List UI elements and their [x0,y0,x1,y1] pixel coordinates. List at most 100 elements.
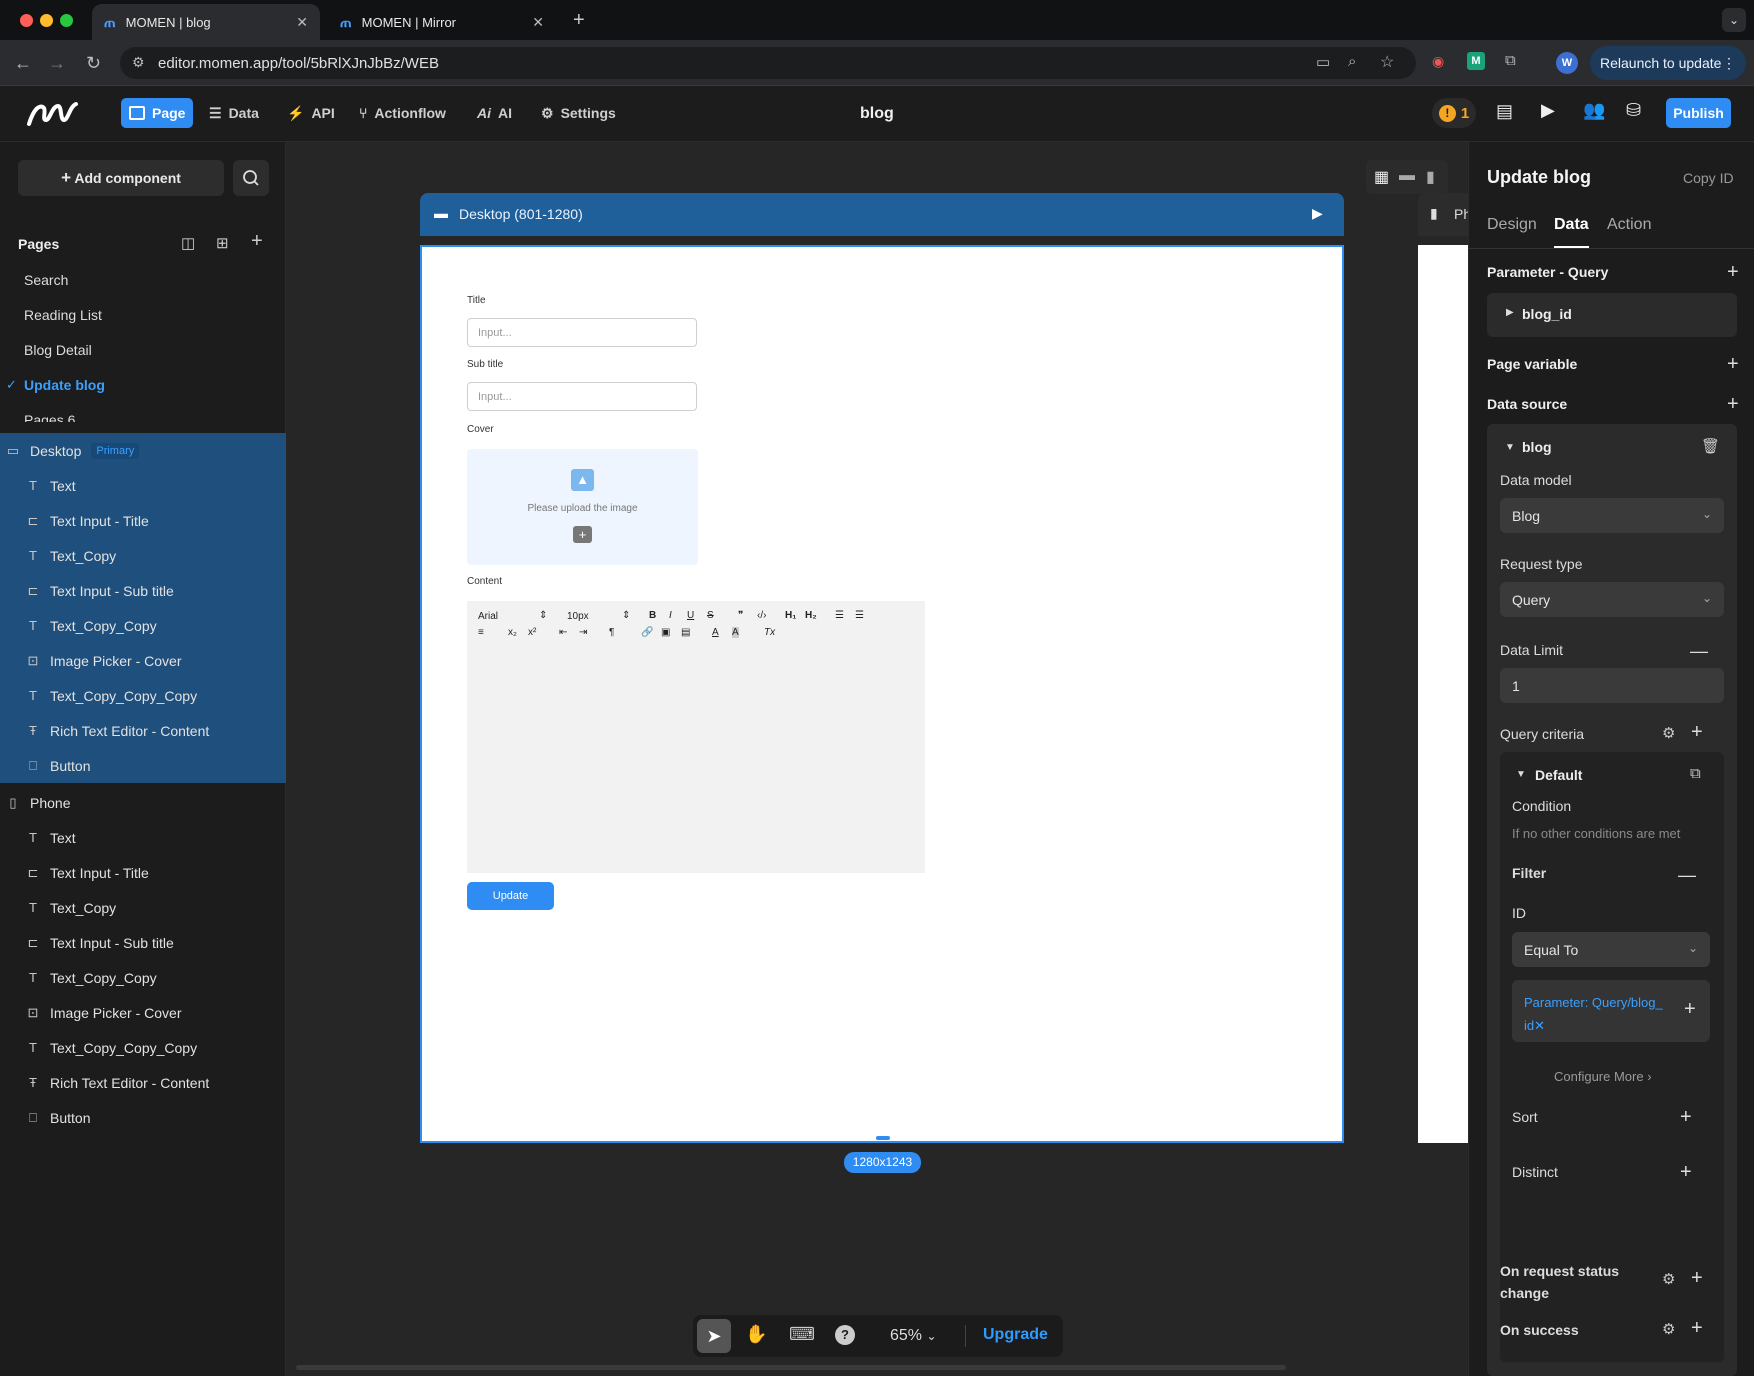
minimize-window-button[interactable] [40,14,53,27]
outdent-icon[interactable]: ⇤ [559,627,567,638]
align-icon[interactable]: ≡ [478,627,484,638]
tree-item-text-input-subtitle[interactable]: ⊏ Text Input - Sub title [0,573,286,608]
page-item-blog-detail[interactable]: Blog Detail [24,342,92,358]
keyboard-shortcuts-icon[interactable]: ⌨ [789,1324,815,1345]
momen-logo-icon[interactable] [26,98,80,128]
quote-icon[interactable]: ❞ [738,610,743,621]
reload-icon[interactable]: ↻ [86,53,101,74]
tree-item-text-copy-copy-copy[interactable]: T Text_Copy_Copy_Copy [0,678,286,713]
heading2-icon[interactable]: H₂ [805,610,817,621]
parameter-chip[interactable]: Parameter: Query/blog_ id✕ [1524,991,1674,1037]
resize-handle[interactable] [876,1136,890,1140]
desktop-view-icon[interactable]: ▬ [1399,167,1415,185]
extension-icon[interactable]: ◉ [1432,53,1444,70]
page-item-reading-list[interactable]: Reading List [24,307,102,323]
add-event-icon[interactable]: + [1691,1267,1703,1290]
underline-icon[interactable]: U [687,610,694,621]
tree-item-text-input-title[interactable]: ⊏ Text Input - Title [0,855,286,890]
nav-data[interactable]: ☰ Data [201,98,267,128]
zoom-window-button[interactable] [60,14,73,27]
caret-down-icon[interactable]: ▼ [1505,442,1515,453]
nav-ai[interactable]: Ai AI [469,98,520,128]
font-select[interactable]: Arial [478,611,498,622]
add-distinct-icon[interactable]: + [1680,1161,1692,1184]
bullet-list-icon[interactable]: ☰ [855,610,864,621]
copy-icon[interactable]: ⧉ [1690,765,1701,782]
tree-desktop[interactable]: ▭ Desktop Primary [0,433,286,468]
page-item-pages-6[interactable]: Pages 6 [24,412,75,422]
add-parameter-icon[interactable]: + [1727,262,1739,282]
caret-down-icon[interactable]: ▼ [1516,769,1526,780]
forward-icon[interactable]: → [48,53,66,74]
add-page-icon[interactable]: + [251,230,263,253]
page-item-update-blog[interactable]: Update blog [24,377,105,393]
hand-tool-icon[interactable]: ✋ [745,1324,767,1345]
zoom-icon[interactable]: ⌕ [1348,53,1356,70]
back-icon[interactable]: ← [14,53,32,74]
size-select[interactable]: 10px [567,611,589,622]
nav-actionflow[interactable]: ⑂ Actionflow [351,98,454,128]
tree-item-text-copy-copy-copy[interactable]: T Text_Copy_Copy_Copy [0,1030,286,1065]
add-sort-icon[interactable]: + [1680,1106,1692,1129]
search-button[interactable] [233,160,269,196]
operator-select[interactable]: Equal To ⌄ [1512,932,1710,967]
new-tab-button[interactable]: + [573,9,585,32]
profile-avatar[interactable]: W [1556,52,1578,74]
warning-badge[interactable]: ! 1 [1432,98,1476,128]
tree-item-text-input-subtitle[interactable]: ⊏ Text Input - Sub title [0,925,286,960]
copy-id-button[interactable]: Copy ID [1683,170,1734,186]
heading1-icon[interactable]: H₁ [785,610,796,621]
data-limit-input[interactable]: 1 [1500,668,1724,703]
browser-tab-momen-mirror[interactable]: ጠ MOMEN | Mirror ✕ [328,4,556,40]
settings-icon[interactable]: ⚙ [1662,724,1675,742]
settings-icon[interactable]: ⚙ [1662,1320,1675,1338]
preview-play-icon[interactable]: ▶ [1541,100,1555,121]
extension-m-icon[interactable]: M [1467,52,1485,70]
strikethrough-icon[interactable]: S [707,610,714,621]
tree-phone[interactable]: ▯ Phone [0,785,286,820]
database-settings-icon[interactable]: ⛁ [1626,100,1641,121]
tree-item-text[interactable]: T Text [0,468,286,503]
request-type-select[interactable]: Query ⌄ [1500,582,1724,617]
nav-page[interactable]: Page [121,98,194,128]
remove-chip-icon[interactable]: ✕ [1534,1018,1545,1033]
code-icon[interactable]: ‹/› [757,610,766,621]
nav-settings[interactable]: ⚙ Settings [533,98,624,128]
horizontal-scrollbar[interactable] [296,1365,1286,1370]
tree-item-rich-text-editor[interactable]: Ŧ Rich Text Editor - Content [0,1065,286,1100]
italic-icon[interactable]: I [669,610,672,621]
tree-item-rich-text-editor[interactable]: Ŧ Rich Text Editor - Content [0,713,286,748]
rich-text-editor[interactable]: Arial ⇕ 10px ⇕ B I U S ❞ ‹/› H₁ H₂ ☰ ☰ ≡… [467,601,925,873]
update-button[interactable]: Update [467,882,554,910]
tree-item-image-picker-cover[interactable]: ⊡ Image Picker - Cover [0,995,286,1030]
collaborators-icon[interactable]: 👥 [1583,100,1605,121]
page-layout-icon[interactable]: ◫ [181,234,195,252]
superscript-icon[interactable]: x² [528,627,536,638]
tree-item-image-picker-cover[interactable]: ⊡ Image Picker - Cover [0,643,286,678]
zoom-level[interactable]: 65% ⌄ [890,1327,937,1345]
tree-item-text-copy-copy[interactable]: T Text_Copy_Copy [0,608,286,643]
subtitle-input[interactable]: Input... [467,382,697,411]
close-icon[interactable]: ✕ [532,14,544,31]
image-picker-cover[interactable]: ▲ Please upload the image + [467,449,698,565]
add-image-button[interactable]: + [573,526,592,543]
insert-video-icon[interactable]: ▤ [681,627,690,638]
subscript-icon[interactable]: x₂ [508,627,517,638]
desktop-frame[interactable]: Title Input... Sub title Input... Cover … [420,245,1344,1143]
data-model-select[interactable]: Blog ⌄ [1500,498,1724,533]
page-item-search[interactable]: Search [24,272,68,288]
browser-tab-momen-blog[interactable]: ጠ MOMEN | blog ✕ [92,4,320,40]
phone-view-icon[interactable]: ▮ [1426,167,1435,187]
extensions-puzzle-icon[interactable]: ⧉ [1505,52,1516,69]
ordered-list-icon[interactable]: ☰ [835,610,844,621]
relaunch-button[interactable]: Relaunch to update ⋮ [1590,46,1746,80]
add-value-icon[interactable]: + [1684,998,1696,1021]
trash-icon[interactable]: 🗑 [1701,437,1720,455]
bold-icon[interactable]: B [649,610,656,621]
phone-frame[interactable] [1418,245,1468,1143]
grid-view-icon[interactable]: ▦ [1374,167,1389,187]
tree-item-button[interactable]: ⎕ Button [0,748,286,783]
add-criteria-icon[interactable]: + [1691,721,1703,744]
title-input[interactable]: Input... [467,318,697,347]
filter-value-box[interactable]: Parameter: Query/blog_ id✕ + [1512,980,1710,1042]
